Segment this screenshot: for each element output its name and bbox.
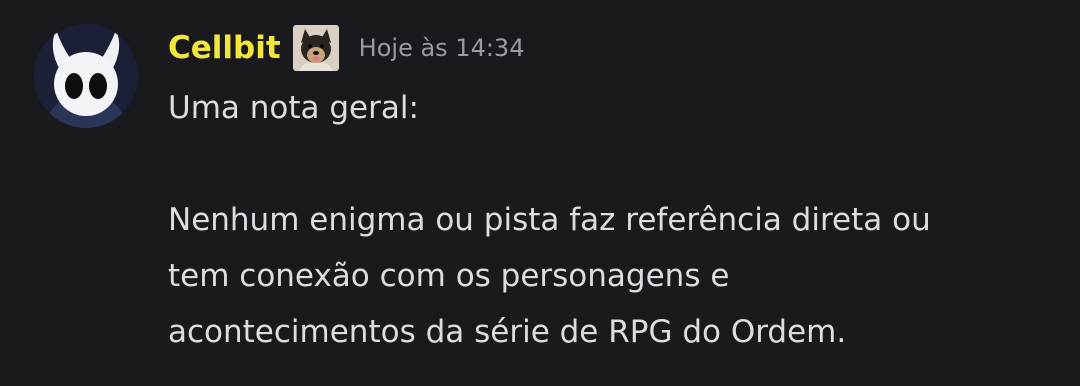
dog-emoji-icon <box>292 25 339 71</box>
message-line: tem conexão com os personagens e <box>168 258 730 294</box>
username[interactable]: Cellbit <box>168 26 281 70</box>
message-header: Cellbit Hoje às 14:34 <box>168 25 525 71</box>
message-line: Uma nota geral: <box>168 90 419 126</box>
avatar[interactable] <box>34 24 138 128</box>
hollow-knight-avatar-icon <box>34 24 138 128</box>
message-line: acontecimentos da série de RPG do Ordem. <box>168 314 847 350</box>
chat-message: Cellbit Hoje às 14:34 Uma nota geral: Ne… <box>0 0 1080 386</box>
timestamp: Hoje às 14:34 <box>358 34 525 62</box>
message-line: Nenhum enigma ou pista faz referência di… <box>168 202 931 238</box>
message-content: Uma nota geral: Nenhum enigma ou pista f… <box>168 80 1068 360</box>
